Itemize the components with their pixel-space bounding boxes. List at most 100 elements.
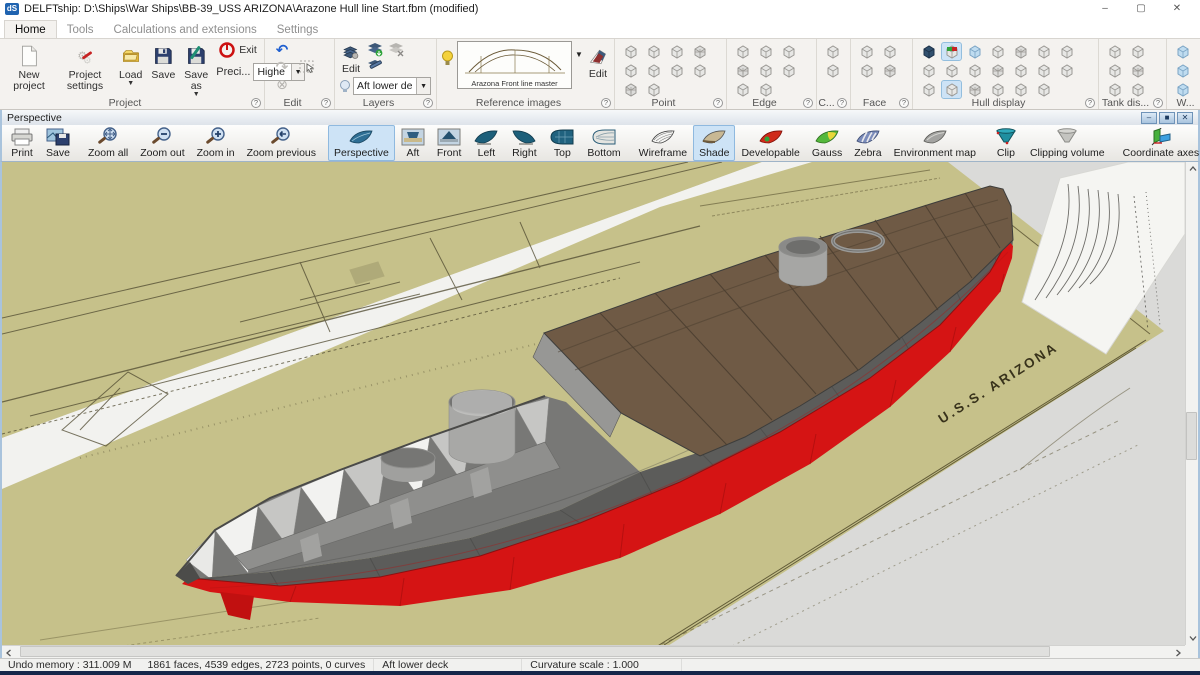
face-tool-icon-3[interactable] — [857, 62, 876, 79]
view-toolbar-button-perspective[interactable]: Perspective — [328, 125, 395, 161]
save-button-ribbon[interactable]: Save — [148, 41, 178, 82]
point-tool-icon-5[interactable] — [621, 62, 640, 79]
horizontal-scrollbar-thumb[interactable] — [20, 646, 1050, 657]
active-layer-dropdown[interactable]: Aft lower de ▼ — [353, 77, 431, 95]
view-toolbar-button-zoom-previous[interactable]: Zoom previous — [241, 125, 322, 161]
hull-display-tool-icon-19[interactable] — [1011, 81, 1030, 98]
hull-display-tool-icon-7[interactable] — [1057, 43, 1076, 60]
tank-display-tool-icon-5[interactable] — [1105, 81, 1124, 98]
hull-display-tool-icon-14[interactable] — [1057, 62, 1076, 79]
project-settings-button[interactable]: ⚙⚙ Project settings — [57, 41, 113, 93]
reference-caret-icon[interactable]: ▼ — [575, 50, 583, 59]
hull-display-tool-icon-3[interactable] — [965, 43, 984, 60]
save-as-button[interactable]: Save as ▼ — [181, 41, 211, 99]
menu-tab-home[interactable]: Home — [4, 20, 57, 38]
scroll-left-icon[interactable] — [2, 646, 15, 659]
view-close-button[interactable]: ✕ — [1177, 112, 1193, 124]
scroll-down-icon[interactable] — [1186, 632, 1199, 645]
tank-display-help-icon[interactable]: ? — [1153, 98, 1163, 108]
face-tool-icon-4[interactable] — [880, 62, 899, 79]
minimize-button[interactable]: – — [1087, 1, 1123, 17]
tank-display-tool-icon-2[interactable] — [1128, 43, 1147, 60]
view-toolbar-button-wireframe[interactable]: Wireframe — [633, 125, 693, 161]
hull-display-tool-icon-4[interactable] — [988, 43, 1007, 60]
hull-display-tool-icon-17[interactable] — [965, 81, 984, 98]
hull-display-tool-icon-13[interactable] — [1034, 62, 1053, 79]
view-toolbar-button-print[interactable]: Print — [4, 125, 40, 161]
hull-display-tool-icon-16[interactable] — [942, 81, 961, 98]
undo-icon[interactable]: ↶ — [273, 42, 291, 58]
horizontal-scrollbar[interactable] — [2, 645, 1185, 658]
edge-help-icon[interactable]: ? — [803, 98, 813, 108]
window-group-tool-icon-1[interactable] — [1173, 43, 1192, 60]
reference-image-thumbnail[interactable]: Arazona Front line master — [457, 41, 572, 89]
point-tool-icon-3[interactable] — [667, 43, 686, 60]
hull-display-tool-icon-1[interactable] — [919, 43, 938, 60]
hull-display-tool-icon-9[interactable] — [942, 62, 961, 79]
hull-display-tool-icon-15[interactable] — [919, 81, 938, 98]
window-group-tool-icon-2[interactable] — [1173, 62, 1192, 79]
view-toolbar-button-save[interactable]: Save — [40, 125, 76, 161]
layers-edit-button[interactable]: Edit — [339, 41, 363, 76]
reference-edit-button[interactable]: Edit — [586, 44, 610, 81]
hull-display-tool-icon-18[interactable] — [988, 81, 1007, 98]
project-help-icon[interactable]: ? — [251, 98, 261, 108]
tank-display-tool-icon-6[interactable] — [1128, 81, 1147, 98]
point-help-icon[interactable]: ? — [713, 98, 723, 108]
close-button[interactable]: ✕ — [1159, 1, 1195, 17]
hull-display-tool-icon-11[interactable] — [988, 62, 1007, 79]
curve-help-icon[interactable]: ? — [837, 98, 847, 108]
scroll-up-icon[interactable] — [1186, 162, 1199, 175]
view-toolbar-button-clip[interactable]: Clip — [988, 125, 1024, 161]
hull-display-help-icon[interactable]: ? — [1085, 98, 1095, 108]
view-toolbar-button-zoom-in[interactable]: Zoom in — [191, 125, 241, 161]
hull-display-tool-icon-6[interactable] — [1034, 43, 1053, 60]
tank-display-tool-icon-1[interactable] — [1105, 43, 1124, 60]
hull-display-tool-icon-12[interactable] — [1011, 62, 1030, 79]
edge-tool-icon-3[interactable] — [779, 43, 798, 60]
view-toolbar-button-developable[interactable]: Developable — [735, 125, 805, 161]
view-toolbar-button-shade[interactable]: Shade — [693, 125, 735, 161]
point-tool-icon-1[interactable] — [621, 43, 640, 60]
edit-help-icon[interactable]: ? — [321, 98, 331, 108]
menu-tab-calculations-and-extensions[interactable]: Calculations and extensions — [104, 21, 267, 38]
view-maximize-button[interactable]: ■ — [1159, 112, 1175, 124]
hull-display-tool-icon-2[interactable] — [942, 43, 961, 60]
curve-tool-icon-2[interactable] — [823, 62, 842, 79]
face-help-icon[interactable]: ? — [899, 98, 909, 108]
point-tool-icon-4[interactable] — [690, 43, 709, 60]
new-project-button[interactable]: New project — [4, 41, 54, 93]
edge-tool-icon-5[interactable] — [756, 62, 775, 79]
view-toolbar-button-zoom-out[interactable]: Zoom out — [134, 125, 190, 161]
view-toolbar-button-zoom-all[interactable]: Zoom all — [82, 125, 134, 161]
edge-tool-icon-4[interactable] — [733, 62, 752, 79]
tank-display-tool-icon-4[interactable] — [1128, 62, 1147, 79]
layers-help-icon[interactable]: ? — [423, 98, 433, 108]
hull-display-tool-icon-20[interactable] — [1034, 81, 1053, 98]
point-tool-icon-2[interactable] — [644, 43, 663, 60]
view-minimize-button[interactable]: – — [1141, 112, 1157, 124]
point-tool-icon-6[interactable] — [644, 62, 663, 79]
delete-icon[interactable]: ⊗ — [273, 76, 291, 92]
point-tool-icon-9[interactable] — [621, 81, 640, 98]
view-toolbar-button-left[interactable]: Left — [467, 125, 505, 161]
layer-pen-icon[interactable] — [366, 58, 384, 74]
select-tool-icon[interactable] — [299, 59, 317, 75]
reference-images-help-icon[interactable]: ? — [601, 98, 611, 108]
curve-tool-icon-1[interactable] — [823, 43, 842, 60]
face-tool-icon-2[interactable] — [880, 43, 899, 60]
view-toolbar-button-gauss[interactable]: Gauss — [806, 125, 848, 161]
maximize-button[interactable]: ▢ — [1123, 1, 1159, 17]
hull-display-tool-icon-5[interactable] — [1011, 43, 1030, 60]
view-toolbar-button-coordinate-axes[interactable]: Coordinate axes — [1117, 125, 1200, 161]
viewport-scene-3d[interactable]: U.S.S. ARIZONA — [2, 162, 1185, 645]
edge-tool-icon-6[interactable] — [779, 62, 798, 79]
hull-display-tool-icon-8[interactable] — [919, 62, 938, 79]
load-button[interactable]: Load ▼ — [116, 41, 145, 88]
edge-tool-icon-1[interactable] — [733, 43, 752, 60]
point-tool-icon-10[interactable] — [644, 81, 663, 98]
add-layer-icon[interactable] — [366, 41, 384, 57]
point-tool-icon-7[interactable] — [667, 62, 686, 79]
point-tool-icon-8[interactable] — [690, 62, 709, 79]
view-toolbar-button-aft[interactable]: Aft — [395, 125, 431, 161]
